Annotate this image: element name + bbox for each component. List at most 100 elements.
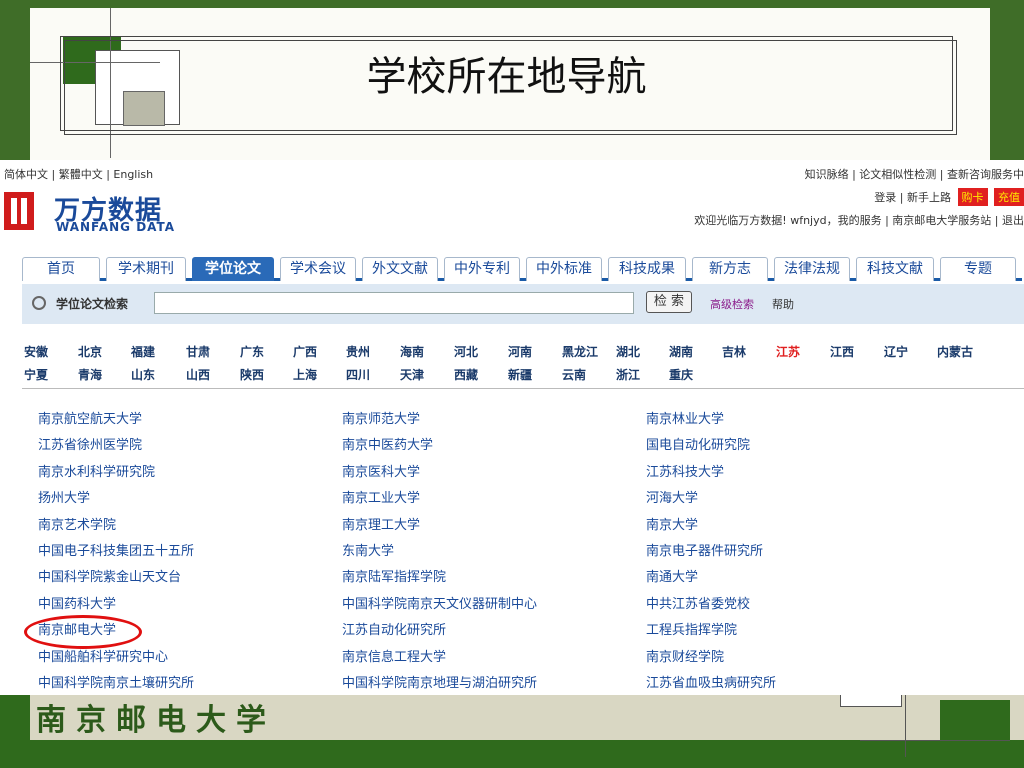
province-anhui[interactable]: 安徽 [24, 343, 48, 360]
link-similarity[interactable]: 论文相似性检测 [859, 168, 936, 181]
tab-laws[interactable]: 法律法规 [774, 257, 850, 281]
university-link[interactable]: 中国船舶科学研究中心 [38, 646, 168, 665]
province-liaoning[interactable]: 辽宁 [884, 343, 908, 360]
footer-band [0, 740, 1024, 768]
province-hainan[interactable]: 海南 [400, 343, 424, 360]
search-button[interactable]: 检 索 [646, 291, 692, 313]
university-link[interactable]: 江苏省血吸虫病研究所 [646, 672, 776, 691]
university-link[interactable]: 南京电子器件研究所 [646, 540, 763, 559]
university-link[interactable]: 南京师范大学 [342, 408, 420, 427]
lang-traditional[interactable]: 繁體中文 [59, 168, 103, 181]
university-link[interactable]: 江苏自动化研究所 [342, 619, 446, 638]
university-link[interactable]: 南京艺术学院 [38, 514, 116, 533]
province-hunan[interactable]: 湖南 [669, 343, 693, 360]
university-link[interactable]: 南京林业大学 [646, 408, 724, 427]
university-link[interactable]: 南京陆军指挥学院 [342, 566, 446, 585]
province-qinghai[interactable]: 青海 [78, 366, 102, 383]
left-border [0, 0, 30, 160]
university-link[interactable]: 国电自动化研究院 [646, 434, 750, 453]
search-bar: 学位论文检索 检 索 高级检索 帮助 [22, 284, 1024, 324]
website-screenshot: 简体中文 | 繁體中文 | English 知识脉络 | 论文相似性检测 | 查… [0, 160, 1024, 695]
province-xinjiang[interactable]: 新疆 [508, 366, 532, 383]
province-gansu[interactable]: 甘肃 [186, 343, 210, 360]
university-link[interactable]: 中国科学院南京地理与湖泊研究所 [342, 672, 537, 691]
university-link[interactable]: 南京工业大学 [342, 487, 420, 506]
newbie-link[interactable]: 新手上路 [907, 191, 951, 204]
province-henan[interactable]: 河南 [508, 343, 532, 360]
university-link[interactable]: 江苏省徐州医学院 [38, 434, 142, 453]
university-link[interactable]: 扬州大学 [38, 487, 90, 506]
tab-standards[interactable]: 中外标准 [526, 257, 602, 281]
university-link[interactable]: 南京财经学院 [646, 646, 724, 665]
footer-hline [860, 740, 1010, 741]
wanfang-logo[interactable]: 万方数据 WANFANG DATA [4, 190, 204, 240]
university-link[interactable]: 南京中医药大学 [342, 434, 433, 453]
university-link[interactable]: 中国药科大学 [38, 593, 116, 612]
university-link[interactable]: 南京理工大学 [342, 514, 420, 533]
university-link[interactable]: 江苏科技大学 [646, 461, 724, 480]
province-hubei[interactable]: 湖北 [616, 343, 640, 360]
divider [22, 388, 1024, 389]
province-hebei[interactable]: 河北 [454, 343, 478, 360]
province-xizang[interactable]: 西藏 [454, 366, 478, 383]
university-link[interactable]: 中国科学院南京土壤研究所 [38, 672, 194, 691]
university-link[interactable]: 南通大学 [646, 566, 698, 585]
province-shanxi[interactable]: 山西 [186, 366, 210, 383]
tab-gazetteer[interactable]: 新方志 [692, 257, 768, 281]
charge-button[interactable]: 充值 [994, 188, 1024, 206]
province-guangdong[interactable]: 广东 [240, 343, 264, 360]
buy-card-button[interactable]: 购卡 [957, 188, 988, 206]
tab-achievements[interactable]: 科技成果 [608, 257, 686, 281]
province-sichuan[interactable]: 四川 [346, 366, 370, 383]
tab-tech-docs[interactable]: 科技文献 [856, 257, 934, 281]
university-link[interactable]: 中国科学院南京天文仪器研制中心 [342, 593, 537, 612]
brand-name-en: WANFANG DATA [56, 220, 176, 234]
province-heilongjiang[interactable]: 黑龙江 [562, 343, 598, 360]
province-shanghai[interactable]: 上海 [293, 366, 317, 383]
province-guangxi[interactable]: 广西 [293, 343, 317, 360]
search-label: 学位论文检索 [56, 297, 129, 311]
province-beijing[interactable]: 北京 [78, 343, 102, 360]
university-link[interactable]: 工程兵指挥学院 [646, 619, 737, 638]
university-link[interactable]: 南京信息工程大学 [342, 646, 446, 665]
help-link[interactable]: 帮助 [772, 296, 794, 312]
tab-topics[interactable]: 专题 [940, 257, 1016, 281]
language-switch: 简体中文 | 繁體中文 | English [4, 168, 154, 181]
province-shaanxi[interactable]: 陕西 [240, 366, 264, 383]
province-zhejiang[interactable]: 浙江 [616, 366, 640, 383]
university-link[interactable]: 南京水利科学研究院 [38, 461, 155, 480]
advanced-search-link[interactable]: 高级检索 [710, 296, 754, 312]
university-link[interactable]: 南京航空航天大学 [38, 408, 142, 427]
university-link[interactable]: 中共江苏省委党校 [646, 593, 750, 612]
province-shandong[interactable]: 山东 [131, 366, 155, 383]
tab-home[interactable]: 首页 [22, 257, 100, 281]
lang-english[interactable]: English [113, 168, 153, 181]
university-link[interactable]: 河海大学 [646, 487, 698, 506]
province-jilin[interactable]: 吉林 [722, 343, 746, 360]
province-jiangxi[interactable]: 江西 [830, 343, 854, 360]
lang-simplified[interactable]: 简体中文 [4, 168, 48, 181]
main-tabs: 首页 学术期刊 学位论文 学术会议 外文文献 中外专利 中外标准 科技成果 新方… [22, 257, 1022, 281]
tab-foreign[interactable]: 外文文献 [362, 257, 438, 281]
province-tianjin[interactable]: 天津 [400, 366, 424, 383]
university-link[interactable]: 东南大学 [342, 540, 394, 559]
province-chongqing[interactable]: 重庆 [669, 366, 693, 383]
login-link[interactable]: 登录 [874, 191, 896, 204]
province-yunnan[interactable]: 云南 [562, 366, 586, 383]
tab-conferences[interactable]: 学术会议 [280, 257, 356, 281]
tab-patents[interactable]: 中外专利 [444, 257, 520, 281]
province-fujian[interactable]: 福建 [131, 343, 155, 360]
tab-dissertations[interactable]: 学位论文 [192, 257, 274, 281]
link-consult[interactable]: 查新咨询服务中 [947, 168, 1024, 181]
university-link[interactable]: 中国电子科技集团五十五所 [38, 540, 194, 559]
tab-journals[interactable]: 学术期刊 [106, 257, 186, 281]
search-input[interactable] [154, 292, 634, 314]
link-knowledge[interactable]: 知识脉络 [805, 168, 849, 181]
university-link[interactable]: 中国科学院紫金山天文台 [38, 566, 181, 585]
university-link[interactable]: 南京医科大学 [342, 461, 420, 480]
province-ningxia[interactable]: 宁夏 [24, 366, 48, 383]
province-neimenggu[interactable]: 内蒙古 [937, 343, 973, 360]
province-guizhou[interactable]: 贵州 [346, 343, 370, 360]
university-link[interactable]: 南京大学 [646, 514, 698, 533]
province-jiangsu[interactable]: 江苏 [776, 343, 800, 360]
